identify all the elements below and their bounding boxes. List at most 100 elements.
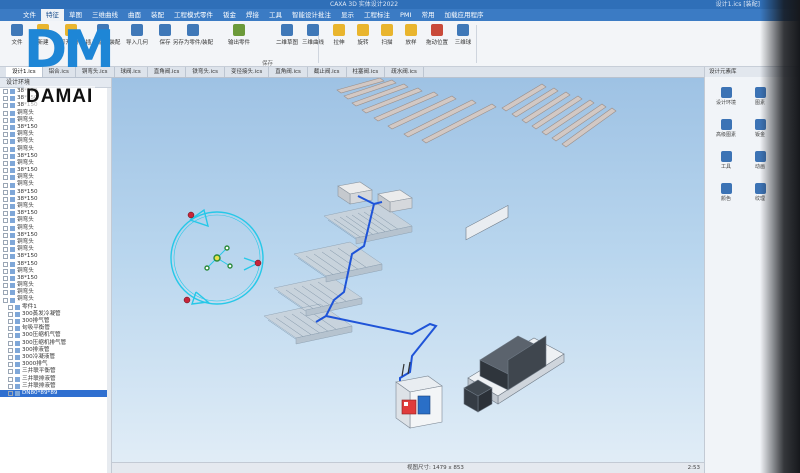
tree-item[interactable]: 38*150 — [0, 232, 111, 239]
expand-icon[interactable] — [3, 218, 8, 224]
tree-item[interactable]: 铜弯头 — [0, 225, 111, 232]
expand-icon[interactable] — [3, 139, 8, 145]
tree-item[interactable]: 300排液管 — [0, 347, 111, 354]
tree-item[interactable]: 300压缩机排气管 — [0, 340, 111, 347]
document-tab[interactable]: 直角阀.ics — [269, 67, 308, 77]
expand-icon[interactable] — [3, 247, 8, 253]
ribbon-button[interactable]: 放样 — [398, 24, 424, 46]
expand-icon[interactable] — [3, 89, 8, 95]
3d-viewport[interactable] — [112, 78, 704, 473]
ribbon-button[interactable]: 扫描 — [374, 24, 400, 46]
menu-tab[interactable]: 显示 — [336, 9, 359, 21]
tree-item[interactable]: 铜弯头 — [0, 146, 111, 153]
menu-tab[interactable]: 工具 — [264, 9, 287, 21]
expand-icon[interactable] — [3, 283, 8, 289]
ribbon-button[interactable]: 三维球 — [450, 24, 476, 46]
menu-tab[interactable]: 常用 — [416, 9, 439, 21]
expand-icon[interactable] — [8, 311, 13, 317]
tree-item[interactable]: 零件1 — [0, 304, 111, 311]
document-tab[interactable]: 铁弯头.ics — [186, 67, 226, 77]
library-item[interactable]: 高级图素 — [711, 119, 741, 138]
expand-icon[interactable] — [3, 211, 8, 217]
expand-icon[interactable] — [3, 117, 8, 123]
tree-item[interactable]: 铜弯头 — [0, 181, 111, 188]
expand-icon[interactable] — [8, 355, 13, 361]
expand-icon[interactable] — [8, 326, 13, 332]
document-tab[interactable]: 疏水阀.ics — [385, 67, 424, 77]
tree-scrollbar[interactable] — [107, 88, 111, 473]
tree-item[interactable]: 铜弯头 — [0, 268, 111, 275]
tree-item[interactable]: 38*150 — [0, 261, 111, 268]
expand-icon[interactable] — [3, 160, 8, 166]
menu-tab[interactable]: 曲面 — [123, 9, 146, 21]
menu-tab[interactable]: 钣金 — [218, 9, 241, 21]
expand-icon[interactable] — [8, 340, 13, 346]
tree-item[interactable]: 300排气管 — [0, 318, 111, 325]
expand-icon[interactable] — [3, 290, 8, 296]
tree-item[interactable]: 铜弯头 — [0, 246, 111, 253]
expand-icon[interactable] — [3, 189, 8, 195]
tree-item[interactable]: DN80*89*89 — [0, 389, 111, 398]
expand-icon[interactable] — [3, 96, 8, 102]
expand-icon[interactable] — [3, 125, 8, 131]
menu-tab[interactable]: PMI — [395, 9, 416, 21]
expand-icon[interactable] — [3, 275, 8, 281]
library-item[interactable]: 设计环境 — [711, 87, 741, 106]
ribbon-button[interactable]: 输出零件 — [226, 24, 252, 46]
expand-icon[interactable] — [3, 103, 8, 109]
expand-icon[interactable] — [8, 369, 13, 375]
expand-icon[interactable] — [8, 347, 13, 353]
tree-item[interactable]: 三井联排液管 — [0, 383, 111, 390]
menu-tab[interactable]: 加载应用程序 — [439, 9, 488, 21]
ribbon-button[interactable]: 拉伸 — [326, 24, 352, 46]
expand-icon[interactable] — [3, 153, 8, 159]
document-tab[interactable]: 柱塞阀.ics — [347, 67, 386, 77]
expand-icon[interactable] — [3, 175, 8, 181]
library-item[interactable]: 颜色 — [711, 183, 741, 202]
tree-item[interactable]: 铜弯头 — [0, 296, 111, 303]
expand-icon[interactable] — [3, 268, 8, 274]
tree-item[interactable]: 铜弯头 — [0, 217, 111, 224]
ribbon-button[interactable]: 旋转 — [350, 24, 376, 46]
expand-icon[interactable] — [8, 390, 13, 396]
tree-item[interactable]: 300蒸发冷凝管 — [0, 311, 111, 318]
tree-item[interactable]: 三井联平衡管 — [0, 368, 111, 375]
expand-icon[interactable] — [8, 376, 13, 382]
tree-item[interactable]: 38*150 — [0, 189, 111, 196]
menu-tab[interactable]: 工程模式零件 — [169, 9, 218, 21]
expand-icon[interactable] — [8, 333, 13, 339]
expand-icon[interactable] — [3, 146, 8, 152]
tree-item[interactable]: 300压缩机气管 — [0, 332, 111, 339]
expand-icon[interactable] — [3, 182, 8, 188]
tree-item[interactable]: 300冷凝液管 — [0, 354, 111, 361]
expand-icon[interactable] — [3, 232, 8, 238]
expand-icon[interactable] — [3, 297, 8, 303]
menu-tab[interactable]: 焊接 — [241, 9, 264, 21]
expand-icon[interactable] — [3, 110, 8, 116]
document-tab[interactable]: 直角阀.ics — [148, 67, 187, 77]
expand-icon[interactable] — [3, 132, 8, 138]
document-tab[interactable]: 截止阀.ics — [308, 67, 347, 77]
tree-item[interactable]: 38*150 — [0, 275, 111, 282]
expand-icon[interactable] — [8, 362, 13, 368]
tree-item[interactable]: 38*150 — [0, 196, 111, 203]
menu-tab[interactable]: 智能设计批注 — [287, 9, 336, 21]
expand-icon[interactable] — [3, 240, 8, 246]
expand-icon[interactable] — [3, 261, 8, 267]
expand-icon[interactable] — [3, 168, 8, 174]
ribbon-button[interactable]: 三维曲线 — [300, 24, 326, 46]
ribbon-button[interactable]: 另存为零件/装配 — [173, 24, 213, 46]
document-tab[interactable]: 变径接头.ics — [225, 67, 270, 77]
ribbon-button[interactable]: 拖动位置 — [424, 24, 450, 46]
library-item[interactable]: 工具 — [711, 151, 741, 170]
ribbon-button[interactable]: 二维草图 — [274, 24, 300, 46]
tree-item[interactable]: 铜弯头 — [0, 203, 111, 210]
expand-icon[interactable] — [3, 254, 8, 260]
tree-item[interactable]: 38*150 — [0, 253, 111, 260]
tree-item[interactable]: 38*150 — [0, 153, 111, 160]
expand-icon[interactable] — [8, 319, 13, 325]
expand-icon[interactable] — [3, 196, 8, 202]
expand-icon[interactable] — [3, 225, 8, 231]
menu-tab[interactable]: 工程标注 — [359, 9, 395, 21]
3d-ball-handle[interactable] — [170, 208, 264, 305]
